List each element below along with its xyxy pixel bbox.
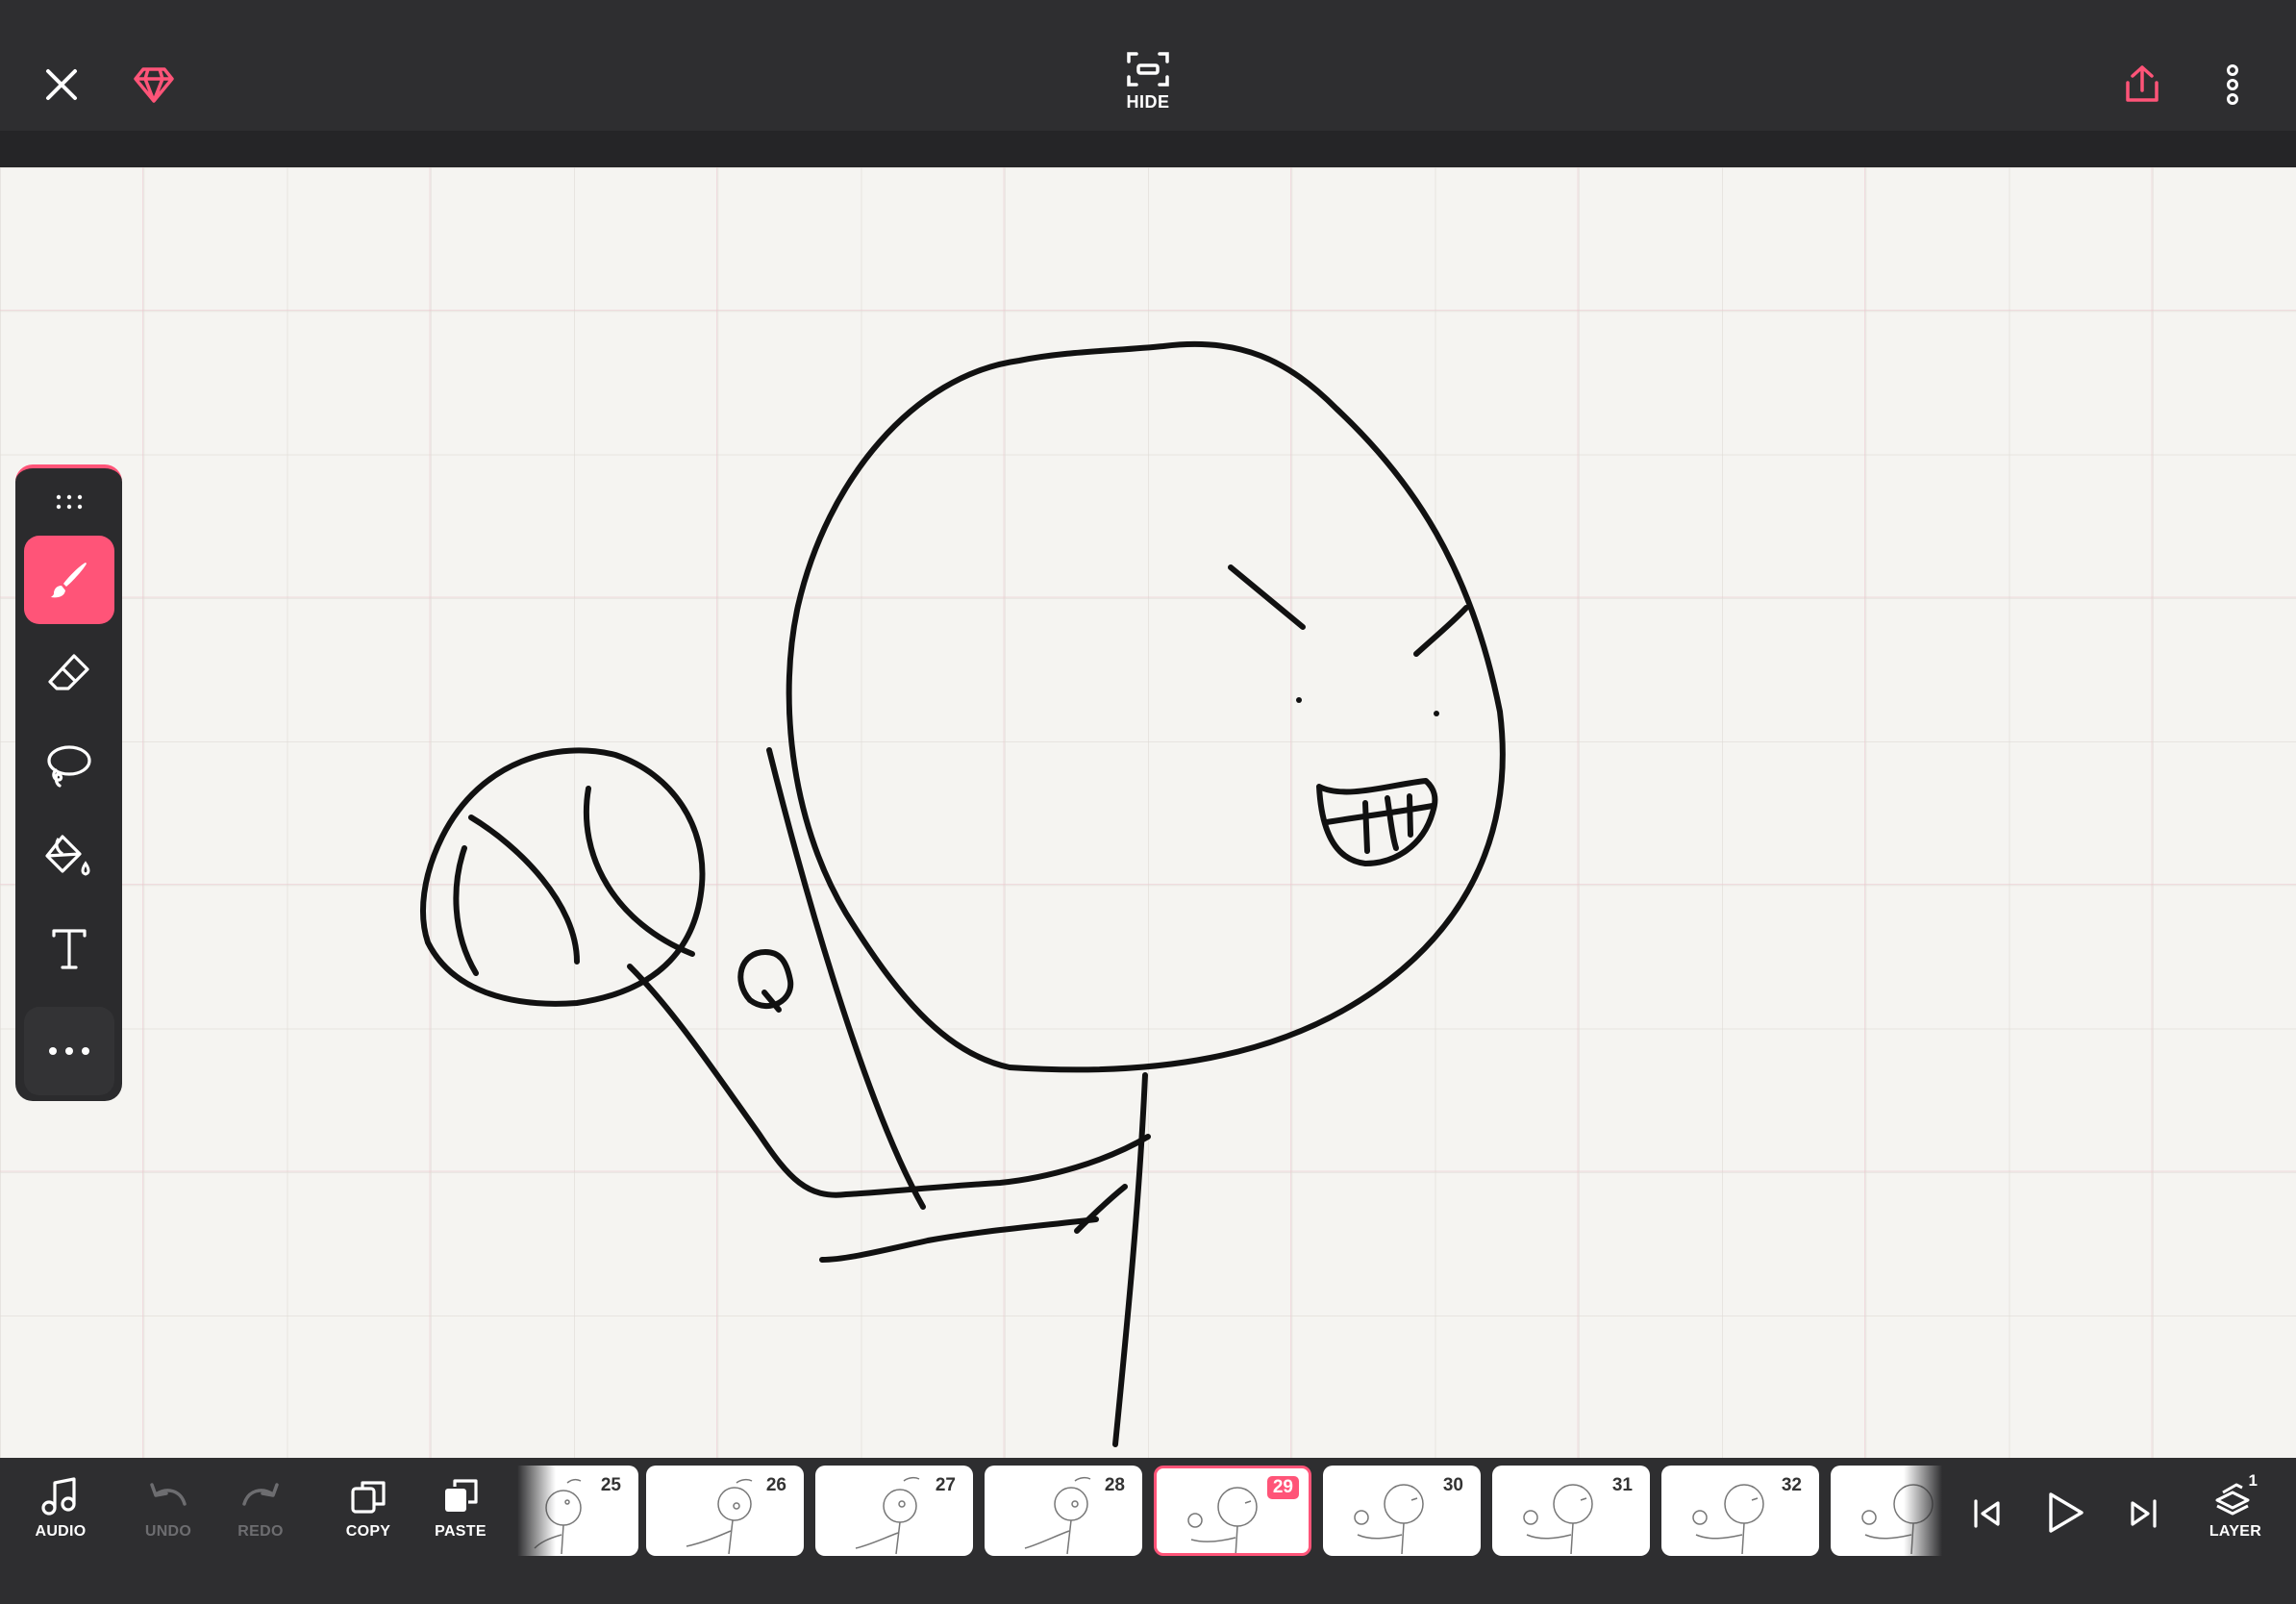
diamond-icon: [134, 67, 174, 103]
paste-button[interactable]: PASTE: [417, 1475, 504, 1581]
top-bar: HIDE: [0, 0, 2296, 131]
paint-bucket-icon: [45, 835, 90, 876]
palette-drag-handle[interactable]: [15, 493, 122, 515]
play-button[interactable]: [2036, 1483, 2094, 1542]
frame-number: 30: [1442, 1475, 1463, 1495]
top-bar-strip: [0, 131, 2296, 167]
frame-thumb[interactable]: 31: [1492, 1466, 1650, 1556]
frame-thumb[interactable]: 30: [1323, 1466, 1481, 1556]
premium-button[interactable]: [127, 60, 181, 110]
audio-button[interactable]: AUDIO: [17, 1475, 104, 1581]
skip-back-icon: [1974, 1499, 2000, 1528]
frame-number: 28: [1104, 1475, 1125, 1495]
eraser-icon: [48, 654, 89, 690]
brush-tool[interactable]: [24, 536, 114, 624]
stick-figure-drawing: [420, 340, 1506, 1447]
frame-thumb[interactable]: 28: [985, 1466, 1142, 1556]
frame-number: 29: [1266, 1476, 1299, 1499]
more-menu-button[interactable]: [2209, 60, 2256, 110]
frame-number: 25: [600, 1475, 621, 1495]
undo-button[interactable]: UNDO: [125, 1475, 212, 1581]
music-note-icon: [41, 1477, 76, 1516]
frame-thumb-current[interactable]: 29: [1154, 1466, 1311, 1556]
frame-thumb[interactable]: 26: [646, 1466, 804, 1556]
drawing-canvas[interactable]: [0, 167, 2296, 1458]
paste-icon: [445, 1479, 478, 1512]
frame-number: 31: [1611, 1475, 1633, 1495]
copy-button[interactable]: COPY: [325, 1475, 412, 1581]
fill-tool[interactable]: [24, 813, 114, 901]
text-icon: [52, 929, 87, 969]
paste-label: PASTE: [435, 1523, 487, 1540]
copy-label: COPY: [345, 1523, 391, 1540]
redo-button[interactable]: REDO: [217, 1475, 304, 1581]
layer-count: 1: [2248, 1471, 2258, 1490]
previous-frame-button[interactable]: [1963, 1487, 2011, 1541]
share-icon: [2126, 65, 2159, 102]
undo-label: UNDO: [144, 1523, 192, 1540]
hide-ui-button[interactable]: HIDE: [1106, 50, 1190, 125]
timeline-fade-right: [1904, 1466, 1942, 1558]
audio-label: AUDIO: [35, 1523, 87, 1540]
text-tool[interactable]: [24, 905, 114, 993]
frame-number: 26: [765, 1475, 786, 1495]
copy-icon: [351, 1481, 386, 1514]
bottom-bar: AUDIO UNDO REDO COPY PASTE 25 26 27 28 2…: [0, 1458, 2296, 1604]
lasso-icon: [47, 745, 91, 788]
share-button[interactable]: [2117, 60, 2167, 110]
redo-label: REDO: [237, 1523, 284, 1540]
close-icon: [46, 69, 77, 100]
frame-number: 32: [1781, 1475, 1802, 1495]
hide-frame-icon: [1127, 52, 1169, 87]
brush-icon: [51, 563, 87, 598]
more-horizontal-icon: [49, 1047, 89, 1055]
redo-icon: [242, 1483, 279, 1506]
frame-timeline[interactable]: 25 26 27 28 29 30 31 32: [517, 1466, 1942, 1566]
frame-thumb[interactable]: 27: [815, 1466, 973, 1556]
undo-icon: [150, 1483, 187, 1506]
hide-label: HIDE: [1126, 92, 1170, 112]
layer-icon-wrap: 1: [2213, 1471, 2258, 1517]
lasso-tool[interactable]: [24, 720, 114, 809]
eraser-tool[interactable]: [24, 628, 114, 716]
layer-label: LAYER: [2209, 1523, 2262, 1540]
more-tools-button[interactable]: [24, 1007, 114, 1095]
next-frame-button[interactable]: [2119, 1487, 2167, 1541]
close-button[interactable]: [35, 60, 88, 110]
grip-icon: [56, 494, 82, 510]
frame-thumb[interactable]: 32: [1661, 1466, 1819, 1556]
more-vertical-icon: [2227, 64, 2238, 105]
layer-button[interactable]: 1 LAYER: [2192, 1471, 2279, 1581]
timeline-fade-left: [517, 1466, 556, 1558]
tool-palette: [15, 464, 122, 1101]
play-icon: [2049, 1492, 2084, 1533]
frame-number: 27: [935, 1475, 956, 1495]
skip-forward-icon: [2131, 1499, 2157, 1528]
